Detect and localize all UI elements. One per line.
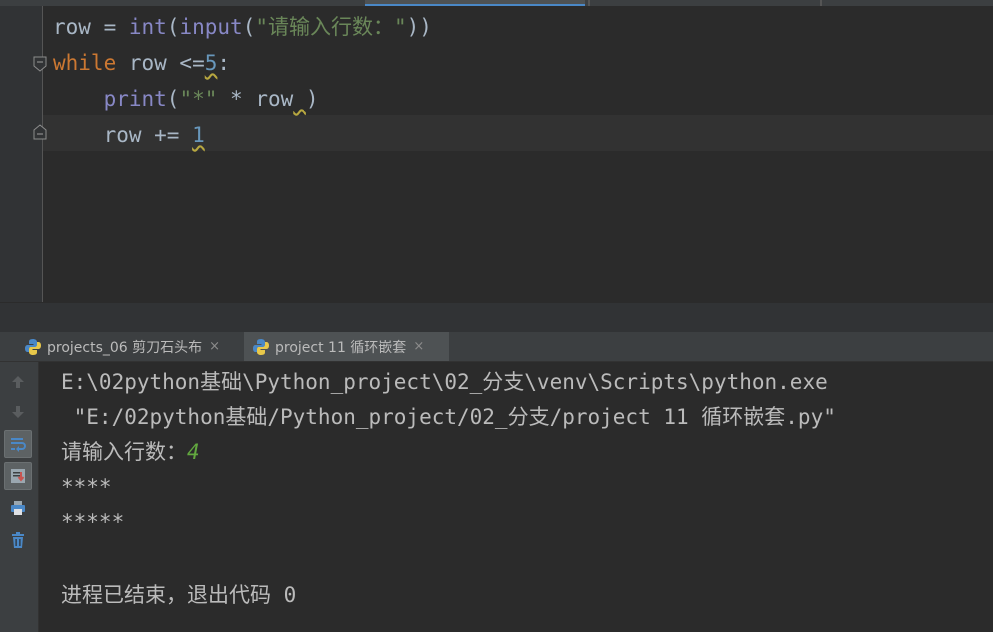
code-editor[interactable]: row = int(input("请输入行数：")) while row <=5…: [0, 6, 993, 302]
console-line-stars-5: *****: [61, 510, 125, 534]
code-token: int: [128, 15, 167, 39]
down-arrow-icon[interactable]: [4, 398, 32, 426]
code-token: print: [103, 87, 167, 111]
code-token: row +=: [53, 123, 193, 147]
scroll-to-end-icon[interactable]: [4, 462, 32, 490]
python-file-icon: [252, 338, 270, 356]
code-token: 1: [192, 123, 205, 147]
code-line-4[interactable]: row += 1: [53, 117, 205, 153]
code-token: 5: [204, 51, 218, 75]
run-console[interactable]: E:\02python基础\Python_project\02_分支\venv\…: [39, 362, 993, 632]
run-tab-label: project 11 循环嵌套: [275, 339, 407, 356]
console-user-input: 4: [187, 440, 200, 464]
code-token: =: [90, 15, 129, 39]
run-tab-projects-06[interactable]: projects_06 剪刀石头布 ×: [16, 332, 246, 361]
code-token: input: [179, 15, 243, 39]
code-line-1[interactable]: row = int(input("请输入行数：")): [53, 9, 432, 45]
editor-footer-gap: [0, 302, 993, 333]
editor-gutter[interactable]: [0, 6, 43, 302]
code-token: :: [217, 51, 231, 75]
console-line-prompt: 请输入行数：4: [61, 437, 200, 467]
code-token: row <=: [116, 51, 205, 75]
code-line-2[interactable]: while row <=5:: [53, 45, 230, 81]
run-tabs-bar: projects_06 剪刀石头布 × project 11 循环嵌套 ×: [0, 332, 993, 362]
print-icon[interactable]: [4, 494, 32, 522]
trash-icon[interactable]: [4, 526, 32, 554]
console-line-script-path: "E:/02python基础/Python_project/02_分支/proj…: [61, 405, 836, 429]
code-token: "*": [179, 87, 218, 111]
code-token: ): [305, 87, 319, 111]
soft-wrap-icon[interactable]: [4, 430, 32, 458]
run-tab-project-11[interactable]: project 11 循环嵌套 ×: [244, 332, 449, 361]
fold-start-icon[interactable]: [32, 56, 48, 72]
up-arrow-icon[interactable]: [4, 368, 32, 396]
run-toolbar: [0, 362, 39, 632]
close-icon[interactable]: ×: [413, 339, 424, 354]
code-token: )): [406, 15, 432, 39]
code-token: * row: [217, 87, 294, 111]
run-tab-label: projects_06 剪刀石头布: [47, 339, 203, 356]
close-icon[interactable]: ×: [209, 339, 220, 354]
code-token: "请输入行数：": [255, 15, 407, 39]
python-file-icon: [24, 338, 42, 356]
code-token: while: [53, 51, 117, 75]
code-token: (: [242, 15, 256, 39]
console-prompt: 请输入行数：: [61, 440, 187, 464]
code-line-3[interactable]: print("*" * row ): [53, 81, 319, 117]
code-token: row: [53, 15, 91, 39]
code-token: (: [166, 15, 180, 39]
console-line-exit: 进程已结束，退出代码 0: [61, 583, 297, 607]
console-line-interpreter: E:\02python基础\Python_project\02_分支\venv\…: [61, 370, 828, 394]
fold-end-icon[interactable]: [32, 124, 48, 140]
code-token: (: [166, 87, 180, 111]
console-line-stars-4: ****: [61, 475, 112, 499]
